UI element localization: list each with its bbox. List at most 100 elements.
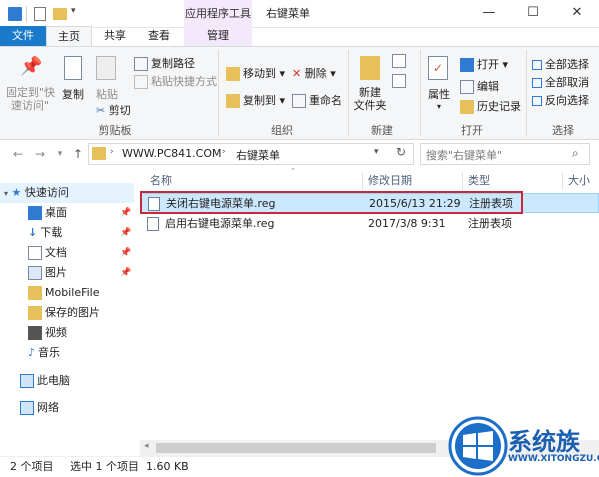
copy-button[interactable]: 复制 (62, 86, 84, 102)
tab-home[interactable]: 主页 (46, 26, 92, 46)
breadcrumb-separator-icon: › (222, 147, 226, 157)
computer-icon (20, 374, 34, 388)
maximize-button[interactable]: ☐ (511, 0, 555, 28)
easy-access-icon[interactable] (392, 74, 406, 88)
qat-newfolder-icon[interactable] (53, 8, 67, 20)
minimize-button[interactable]: — (467, 0, 511, 28)
invert-selection-label: 反向选择 (545, 94, 589, 107)
tab-manage[interactable]: 管理 (184, 26, 252, 46)
nav-item-label: 桌面 (45, 206, 67, 219)
paste-shortcut-label: 粘贴快捷方式 (151, 75, 217, 88)
pin-quick-access-button[interactable]: 固定到"快 速访问" (6, 86, 56, 112)
open-button[interactable]: 打开 ▾ (460, 56, 508, 72)
nav-item-label: 音乐 (38, 346, 61, 359)
qat-divider (26, 6, 27, 22)
file-modified: 2017/3/8 9:31 (368, 217, 446, 230)
window-title: 右键菜单 (266, 7, 310, 20)
column-header-name[interactable]: 名称 (150, 172, 172, 190)
refresh-icon[interactable]: ↻ (396, 145, 406, 159)
group-divider (420, 50, 421, 136)
copy-to-button[interactable]: 复制到 ▾ (226, 92, 285, 108)
new-folder-button[interactable]: 新建 文件夹 (352, 86, 388, 112)
scroll-left-icon[interactable]: ◂ (144, 441, 149, 451)
paste-shortcut-button[interactable]: 粘贴快捷方式 (134, 73, 217, 89)
expand-icon: ▾ (4, 189, 9, 198)
pin-icon: 📌 (120, 208, 132, 218)
tab-file[interactable]: 文件 (0, 26, 46, 46)
tab-view[interactable]: 查看 (138, 26, 180, 46)
nav-item-pictures[interactable]: 图片 (0, 263, 134, 283)
qat-properties-icon[interactable] (34, 7, 46, 21)
rename-icon (292, 94, 306, 108)
properties-button[interactable]: 属性 ▾ (428, 86, 450, 111)
group-label-clipboard: 剪贴板 (98, 124, 132, 137)
recent-locations-icon[interactable]: ▾ (52, 144, 68, 164)
video-icon (28, 326, 42, 340)
new-folder-label-1: 新建 (359, 86, 381, 99)
delete-label: 删除 (304, 67, 327, 80)
new-folder-label-2: 文件夹 (353, 99, 387, 112)
rename-button[interactable]: 重命名 (292, 92, 342, 108)
nav-item-music[interactable]: ♪ 音乐 (0, 343, 134, 363)
group-label-new: 新建 (371, 124, 393, 137)
scrollbar-thumb[interactable] (156, 443, 436, 453)
select-none-button[interactable]: 全部取消 (532, 74, 589, 90)
invert-selection-button[interactable]: 反向选择 (532, 92, 589, 108)
edit-icon (460, 80, 474, 94)
select-all-button[interactable]: 全部选择 (532, 56, 589, 72)
address-dropdown-icon[interactable]: ▾ (374, 147, 379, 157)
column-separator (462, 172, 463, 190)
tab-share[interactable]: 共享 (94, 26, 136, 46)
scissors-icon: ✂ (96, 104, 106, 117)
close-button[interactable]: ✕ (555, 0, 599, 28)
breadcrumb-current[interactable]: 右键菜单 (236, 147, 280, 163)
column-header-size[interactable]: 大小 (568, 172, 590, 190)
nav-item-mobilefile[interactable]: MobileFile (0, 283, 134, 303)
copy-path-icon (134, 57, 148, 71)
pin-label-1: 固定到"快 (6, 86, 56, 99)
open-icon (460, 58, 474, 72)
nav-item-saved-pictures[interactable]: 保存的图片 (0, 303, 134, 323)
nav-network[interactable]: 网络 (0, 398, 134, 418)
column-header-type[interactable]: 类型 (468, 172, 490, 190)
select-all-label: 全部选择 (545, 58, 589, 71)
new-item-icon[interactable] (392, 54, 406, 68)
table-row[interactable]: 启用右键电源菜单.reg 2017/3/8 9:31 注册表项 (141, 214, 599, 234)
copy-path-button[interactable]: 复制路径 (134, 55, 195, 71)
qat-save-icon[interactable] (8, 7, 22, 21)
nav-item-desktop[interactable]: 桌面 (0, 203, 134, 223)
column-sort-icon: ⌃ (290, 167, 296, 175)
forward-button[interactable]: → (32, 144, 48, 164)
breadcrumb-root[interactable]: WWW.PC841.COM (122, 147, 222, 160)
breadcrumb-separator-icon: › (110, 147, 114, 157)
nav-this-pc[interactable]: 此电脑 (0, 371, 134, 391)
folder-icon (28, 306, 42, 320)
up-button[interactable]: ↑ (70, 144, 86, 164)
pictures-icon (28, 266, 42, 280)
pin-icon: 📌 (120, 228, 132, 238)
edit-button[interactable]: 编辑 (460, 78, 499, 94)
watermark-logo: 系统族 WWW.XITONGZU.COM (444, 402, 599, 477)
history-button[interactable]: 历史记录 (460, 98, 521, 114)
nav-item-downloads[interactable]: ↓ 下载 (0, 223, 134, 243)
properties-icon: ✓ (428, 56, 448, 80)
nav-item-label: 视频 (45, 326, 67, 339)
group-label-organize: 组织 (271, 124, 293, 137)
move-to-button[interactable]: 移动到 ▾ (226, 65, 285, 81)
nav-item-label: 下载 (40, 226, 63, 239)
delete-button[interactable]: ✕ 删除 ▾ (292, 65, 336, 81)
nav-item-documents[interactable]: 文档 (0, 243, 134, 263)
qat-dropdown-icon[interactable]: ▾ (71, 6, 76, 16)
folder-icon (92, 147, 106, 160)
column-header-modified[interactable]: 修改日期 (368, 172, 412, 190)
nav-item-videos[interactable]: 视频 (0, 323, 134, 343)
history-label: 历史记录 (477, 100, 521, 113)
cut-button[interactable]: ✂ 剪切 (96, 102, 131, 118)
search-placeholder: 搜索"右键菜单" (426, 149, 503, 162)
column-separator (362, 172, 363, 190)
paste-button[interactable]: 粘贴 (96, 86, 118, 102)
back-button[interactable]: ← (10, 144, 26, 164)
group-label-select: 选择 (552, 124, 574, 137)
nav-quick-access[interactable]: ▾ ★ 快速访问 (0, 183, 134, 203)
search-icon[interactable]: ⌕ (572, 146, 579, 161)
